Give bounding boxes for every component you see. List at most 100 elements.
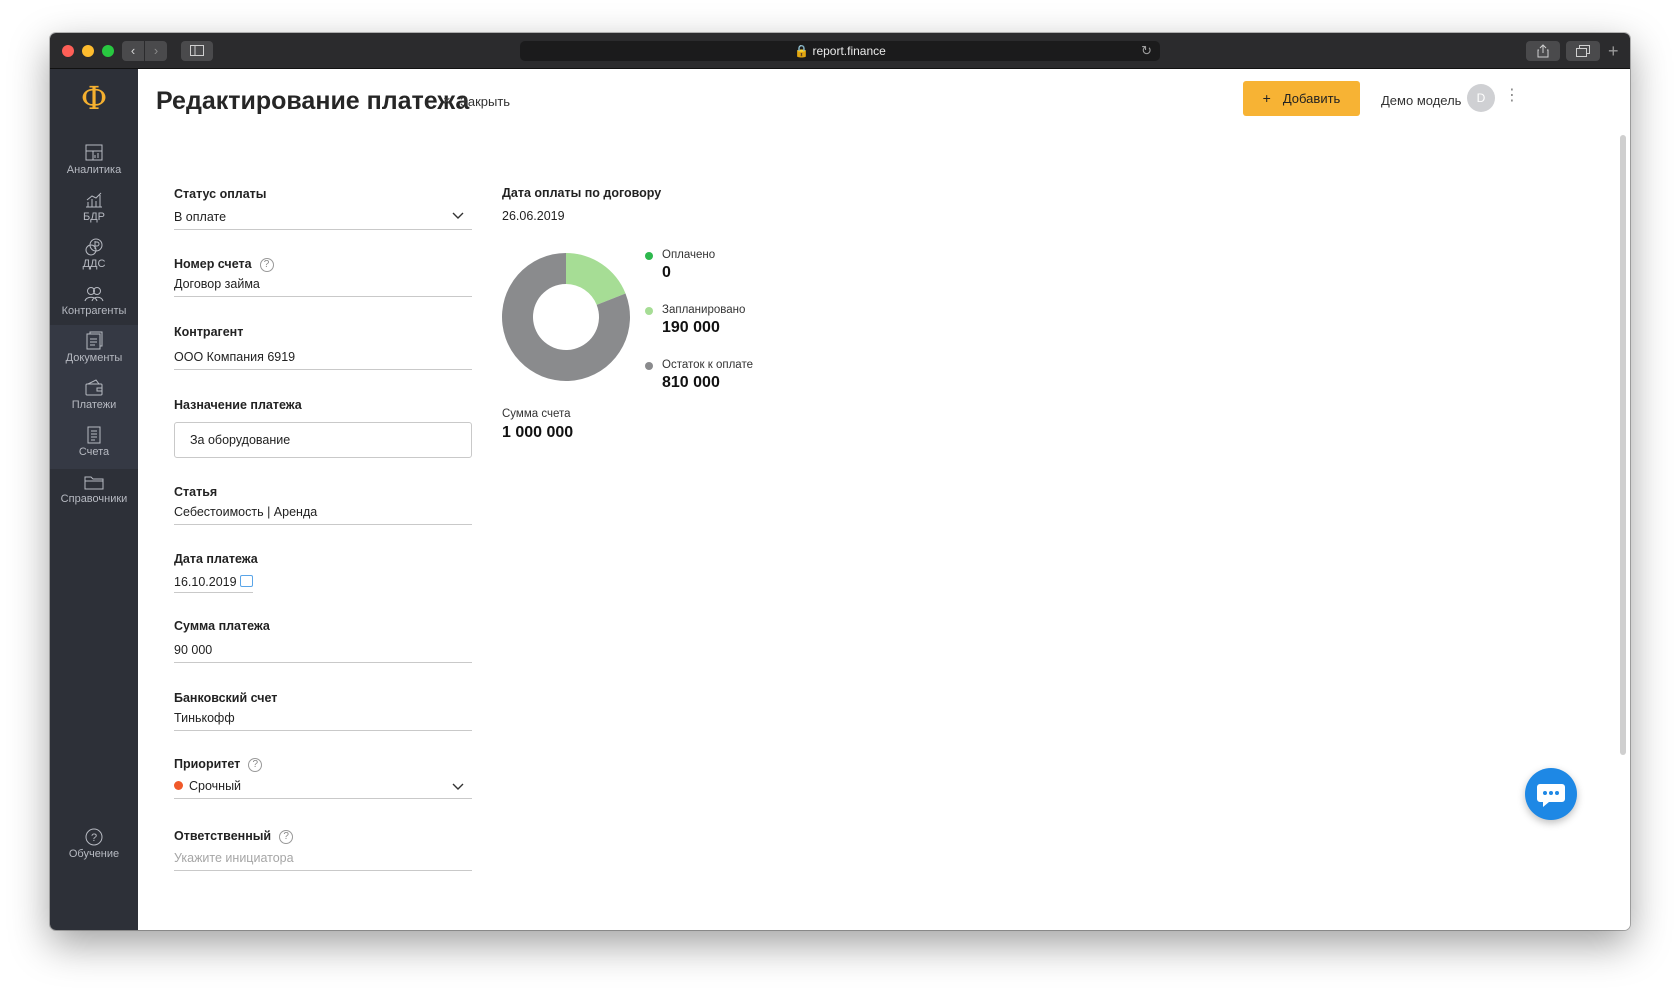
chart-icon: [86, 192, 102, 208]
sidebar-item-label: ДДС: [82, 258, 106, 270]
sidebar-toggle-button[interactable]: [181, 41, 213, 61]
status-field: Статус оплаты В оплате: [174, 187, 472, 230]
invoice-number-input[interactable]: Договор займа: [174, 277, 472, 297]
sidebar-item-analytics[interactable]: Аналитика: [50, 137, 138, 187]
documents-icon: [86, 331, 103, 350]
responsible-field: Ответственный? Укажите инициатора: [174, 829, 472, 871]
forward-button[interactable]: ›: [145, 41, 167, 61]
total-value: 1 000 000: [502, 424, 574, 441]
maximize-window-button[interactable]: [102, 45, 114, 57]
sidebar-item-label: Платежи: [71, 399, 117, 411]
people-icon: [84, 287, 104, 302]
priority-value: Срочный: [189, 778, 242, 793]
status-select[interactable]: В оплате: [174, 210, 472, 230]
priority-field: Приоритет? Срочный: [174, 757, 472, 799]
responsible-input[interactable]: Укажите инициатора: [174, 851, 472, 871]
counterparty-field: Контрагент ООО Компания 6919: [174, 325, 472, 370]
sidebar-item-label: Аналитика: [66, 164, 122, 176]
share-button[interactable]: [1526, 41, 1560, 61]
main-content: Редактирование платежа × Закрыть + Добави…: [138, 69, 1630, 930]
legend-item-paid: Оплачено 0: [645, 249, 716, 282]
payment-date-label: Дата платежа: [174, 552, 258, 566]
article-label: Статья: [174, 485, 218, 499]
total-label: Сумма счета: [502, 408, 571, 420]
app-logo[interactable]: Ф: [77, 81, 111, 115]
chat-button[interactable]: [1525, 768, 1577, 820]
new-tab-button[interactable]: +: [1608, 41, 1619, 61]
payment-date-input[interactable]: 16.10.2019: [174, 575, 253, 593]
sidebar-item-invoices[interactable]: Счета: [50, 419, 138, 469]
tabs-icon: [1576, 45, 1590, 57]
sidebar-item-counterparties[interactable]: Контрагенты: [50, 278, 138, 328]
url-text: report.finance: [812, 44, 886, 58]
help-icon[interactable]: ?: [248, 757, 263, 772]
contract-date-label: Дата оплаты по договору: [502, 186, 662, 200]
invoice-number-label: Номер счета: [174, 257, 252, 271]
article-input[interactable]: Себестоимость | Аренда: [174, 505, 472, 525]
amount-input[interactable]: 90 000: [174, 643, 472, 663]
counterparty-input[interactable]: ООО Компания 6919: [174, 350, 472, 370]
legend-dot: [645, 307, 653, 315]
scrollbar[interactable]: [1620, 135, 1626, 755]
back-button[interactable]: ‹: [122, 41, 144, 61]
bank-account-input[interactable]: Тинькофф: [174, 711, 472, 731]
address-bar[interactable]: 🔒 report.finance ↻: [520, 41, 1160, 61]
help-icon[interactable]: ?: [279, 829, 294, 844]
purpose-input[interactable]: За оборудование: [174, 422, 472, 458]
browser-titlebar: ‹ › 🔒 report.finance ↻ +: [50, 33, 1630, 69]
purpose-label: Назначение платежа: [174, 398, 302, 412]
share-icon: [1537, 44, 1549, 58]
counterparty-label: Контрагент: [174, 325, 244, 339]
avatar[interactable]: D: [1467, 84, 1495, 112]
reload-icon[interactable]: ↻: [1141, 41, 1152, 61]
minimize-window-button[interactable]: [82, 45, 94, 57]
sidebar-item-bdr[interactable]: БДР: [50, 184, 138, 234]
sidebar-item-references[interactable]: Справочники: [50, 466, 138, 516]
svg-text:?: ?: [91, 832, 97, 844]
add-button[interactable]: + Добавить: [1243, 81, 1360, 116]
payment-date-value: 16.10.2019: [174, 575, 237, 589]
close-window-button[interactable]: [62, 45, 74, 57]
priority-select[interactable]: Срочный: [174, 779, 472, 799]
sidebar-item-label: Обучение: [68, 848, 120, 860]
priority-label: Приоритет: [174, 757, 241, 771]
plus-icon: +: [1262, 90, 1271, 106]
tabs-button[interactable]: [1566, 41, 1600, 61]
legend-label: Оплачено: [662, 249, 716, 261]
priority-dot: [174, 780, 183, 790]
close-link[interactable]: Закрыть: [460, 94, 510, 109]
sidebar-item-label: БДР: [82, 211, 105, 223]
sidebar-item-help[interactable]: ? Обучение: [50, 821, 138, 871]
legend-value: 0: [662, 264, 671, 281]
payment-donut-chart: [502, 253, 630, 381]
more-menu-icon[interactable]: ⋮: [1504, 87, 1520, 105]
sidebar-item-dds[interactable]: ДДС: [50, 231, 138, 281]
amount-field: Сумма платежа 90 000: [174, 619, 472, 663]
sidebar-item-label: Справочники: [60, 493, 128, 505]
legend-value: 190 000: [662, 319, 720, 336]
invoice-number-field: Номер счета? Договор займа: [174, 257, 472, 297]
chevron-down-icon: [452, 783, 464, 790]
legend-dot: [645, 252, 653, 260]
close-icon[interactable]: ×: [443, 93, 451, 108]
article-field: Статья Себестоимость | Аренда: [174, 485, 472, 525]
sidebar-item-payments[interactable]: Платежи: [50, 372, 138, 422]
bank-account-field: Банковский счет Тинькофф: [174, 691, 472, 731]
purpose-field: Назначение платежа За оборудование: [174, 398, 472, 458]
lock-icon: 🔒: [794, 44, 810, 58]
legend-label: Остаток к оплате: [662, 359, 753, 371]
browser-window: ‹ › 🔒 report.finance ↻ + Ф Аналитика БДР: [50, 33, 1630, 930]
contract-date-value: 26.06.2019: [502, 209, 565, 223]
page-title: Редактирование платежа: [156, 87, 470, 115]
user-name[interactable]: Демо модель: [1381, 93, 1461, 108]
folder-icon: [84, 476, 104, 490]
chevron-down-icon: [452, 212, 464, 219]
legend-item-remaining: Остаток к оплате 810 000: [645, 359, 753, 392]
status-label: Статус оплаты: [174, 187, 267, 201]
calendar-icon[interactable]: [239, 575, 253, 587]
legend-label: Запланировано: [662, 304, 746, 316]
chevron-left-icon: ‹: [130, 43, 136, 58]
sidebar-item-label: Счета: [78, 446, 110, 458]
help-icon[interactable]: ?: [259, 257, 274, 272]
sidebar-item-documents[interactable]: Документы: [50, 325, 138, 375]
